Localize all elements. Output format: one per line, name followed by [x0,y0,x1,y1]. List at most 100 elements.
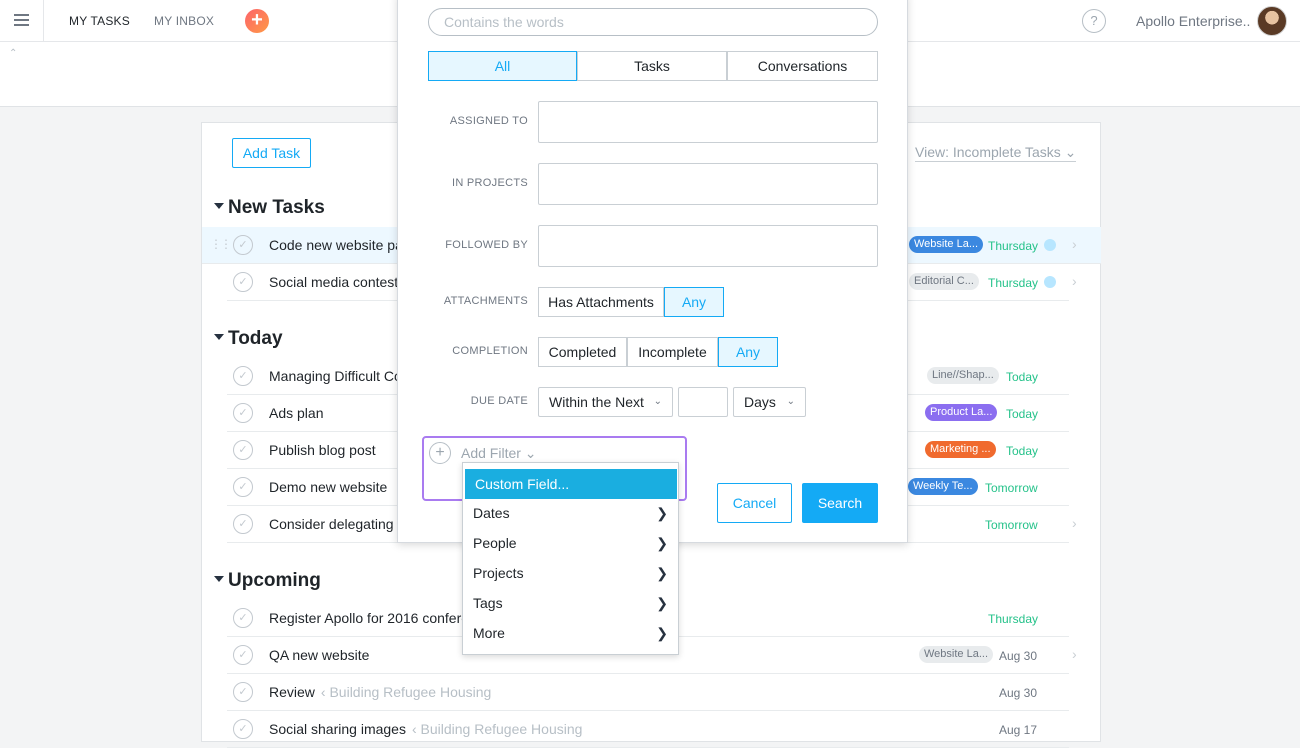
due-date-number-input[interactable] [678,387,728,417]
completion-label: COMPLETION [452,345,528,357]
task-row[interactable]: ✓ Review ‹ Building Refugee Housing Aug 3… [227,674,1069,711]
due-date[interactable]: Today [1006,444,1038,458]
due-date[interactable]: Thursday [988,239,1038,253]
task-name[interactable]: Publish blog post [269,442,376,458]
collapse-triangle-icon[interactable] [214,575,224,582]
task-title: Social sharing images [269,721,406,737]
task-name[interactable]: Code new website pa [269,237,403,253]
complete-checkbox-icon[interactable]: ✓ [233,235,253,255]
menu-item-label: Dates [473,505,510,521]
segment-tasks[interactable]: Tasks [577,51,727,81]
due-date[interactable]: Tomorrow [985,481,1038,495]
complete-checkbox-icon[interactable]: ✓ [233,440,253,460]
search-input[interactable]: Contains the words [428,8,878,36]
menu-icon[interactable] [14,14,29,26]
project-tag[interactable]: Product La... [925,404,998,421]
due-date[interactable]: Thursday [988,276,1038,290]
complete-checkbox-icon[interactable]: ✓ [233,366,253,386]
quick-add-icon[interactable]: + [245,9,269,33]
chevron-right-icon[interactable]: › [1072,236,1077,252]
task-name[interactable]: Social media contest [269,274,398,290]
due-date[interactable]: Today [1006,370,1038,384]
view-filter-dropdown[interactable]: View: Incomplete Tasks ⌄ [915,144,1077,162]
complete-checkbox-icon[interactable]: ✓ [233,719,253,739]
project-tag[interactable]: Weekly Te... [908,478,978,495]
tab-my-inbox[interactable]: MY INBOX [154,14,214,28]
segment-conversations[interactable]: Conversations [727,51,878,81]
due-date[interactable]: Aug 17 [999,723,1037,737]
task-project-link[interactable]: ‹ Building Refugee Housing [412,721,582,737]
complete-checkbox-icon[interactable]: ✓ [233,514,253,534]
due-date-range-select[interactable]: Within the Next ⌄ [538,387,673,417]
incomplete-option[interactable]: Incomplete [627,337,718,367]
complete-checkbox-icon[interactable]: ✓ [233,272,253,292]
segment-all[interactable]: All [428,51,577,81]
project-tag[interactable]: Editorial C... [909,273,979,290]
section-title: New Tasks [228,197,325,218]
collapse-triangle-icon[interactable] [214,333,224,340]
due-date[interactable]: Thursday [988,612,1038,626]
menu-item-custom-field[interactable]: Custom Field... [465,469,677,499]
completion-any-option[interactable]: Any [718,337,778,367]
due-date[interactable]: Aug 30 [999,686,1037,700]
task-name[interactable]: Social sharing images ‹ Building Refugee … [269,721,582,737]
add-task-button[interactable]: Add Task [232,138,311,168]
task-row[interactable]: ✓ Social sharing images ‹ Building Refuge… [227,711,1069,748]
in-projects-field[interactable] [538,163,878,205]
task-name[interactable]: Demo new website [269,479,387,495]
project-tag[interactable]: Line//Shap... [927,367,999,384]
menu-item-people[interactable]: People ❯ [463,528,678,558]
menu-item-more[interactable]: More ❯ [463,618,678,648]
section-header-new-tasks[interactable]: New Tasks [214,197,325,219]
due-date[interactable]: Today [1006,407,1038,421]
complete-checkbox-icon[interactable]: ✓ [233,608,253,628]
status-dot [1044,239,1056,251]
project-tag[interactable]: Marketing ... [925,441,996,458]
task-name[interactable]: Ads plan [269,405,323,421]
add-filter-dropdown[interactable]: Add Filter ⌄ [461,445,537,462]
attachments-label: ATTACHMENTS [443,295,528,307]
task-title: Review [269,684,315,700]
complete-checkbox-icon[interactable]: ✓ [233,403,253,423]
completed-option[interactable]: Completed [538,337,627,367]
section-header-today[interactable]: Today [214,328,283,350]
due-date[interactable]: Aug 30 [999,649,1037,663]
tab-my-tasks[interactable]: MY TASKS [69,14,130,28]
task-name[interactable]: QA new website [269,647,369,663]
attachments-any-option[interactable]: Any [664,287,724,317]
chevron-right-icon: ❯ [656,535,668,551]
search-button[interactable]: Search [802,483,878,523]
chevron-right-icon[interactable]: › [1072,646,1077,662]
has-attachments-option[interactable]: Has Attachments [538,287,664,317]
menu-item-label: Tags [473,595,503,611]
task-name[interactable]: Consider delegating [269,516,394,532]
task-name[interactable]: Managing Difficult Co [269,368,402,384]
chevron-right-icon[interactable]: › [1072,515,1077,531]
project-tag[interactable]: Website La... [909,236,983,253]
section-title: Upcoming [228,570,321,591]
chevron-right-icon[interactable]: › [1072,273,1077,289]
in-projects-label: IN PROJECTS [451,177,528,189]
complete-checkbox-icon[interactable]: ✓ [233,645,253,665]
section-header-upcoming[interactable]: Upcoming [214,570,321,592]
help-icon[interactable]: ? [1082,9,1106,33]
project-tag[interactable]: Website La... [919,646,993,663]
collapse-triangle-icon[interactable] [214,202,224,209]
organization-switcher[interactable]: Apollo Enterprise.. [1136,13,1250,29]
assigned-to-field[interactable] [538,101,878,143]
due-date[interactable]: Tomorrow [985,518,1038,532]
task-name[interactable]: Register Apollo for 2016 confere [269,610,469,626]
avatar[interactable] [1257,6,1287,36]
menu-item-dates[interactable]: Dates ❯ [463,498,678,528]
followed-by-field[interactable] [538,225,878,267]
collapse-icon[interactable]: ⌃ [9,48,17,59]
menu-item-tags[interactable]: Tags ❯ [463,588,678,618]
cancel-button[interactable]: Cancel [717,483,792,523]
task-project-link[interactable]: ‹ Building Refugee Housing [321,684,491,700]
add-filter-plus-icon[interactable]: + [429,442,451,464]
due-date-unit-select[interactable]: Days ⌄ [733,387,806,417]
task-name[interactable]: Review ‹ Building Refugee Housing [269,684,491,700]
complete-checkbox-icon[interactable]: ✓ [233,682,253,702]
menu-item-projects[interactable]: Projects ❯ [463,558,678,588]
complete-checkbox-icon[interactable]: ✓ [233,477,253,497]
